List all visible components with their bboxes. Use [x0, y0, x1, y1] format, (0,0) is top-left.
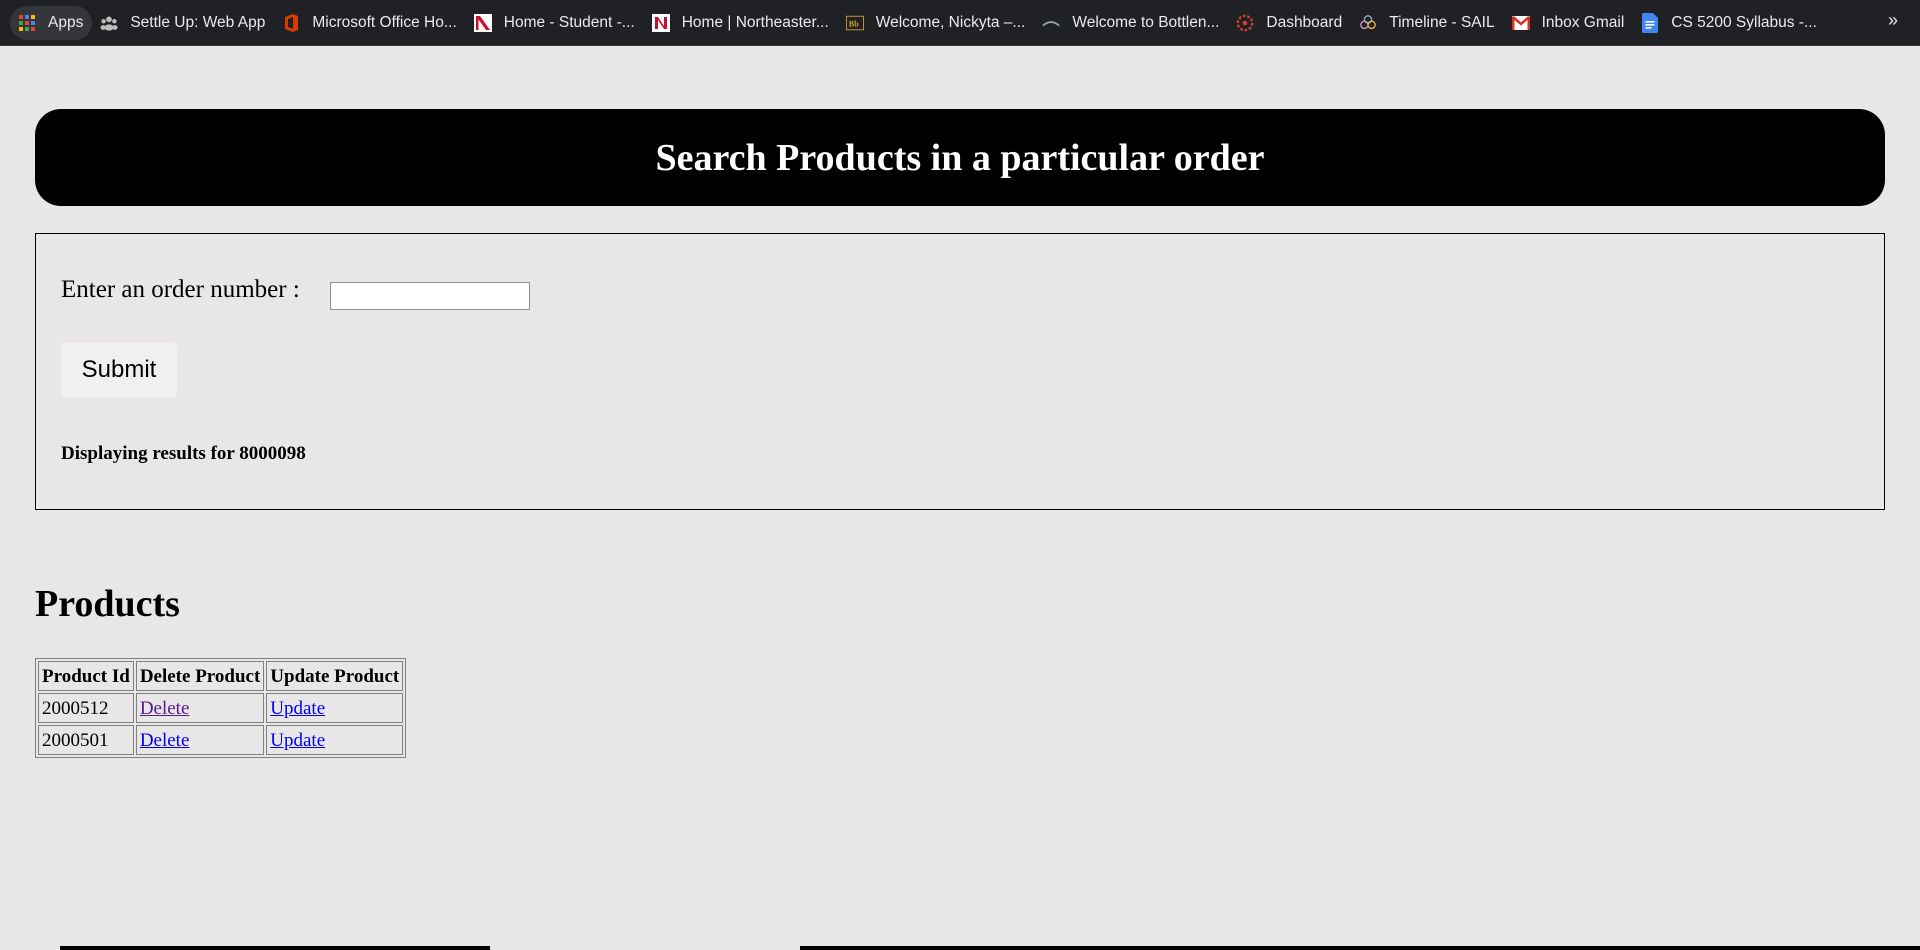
bookmarks-bar: Apps Settle Up: Web App Microsoft Office…: [0, 0, 1920, 46]
bookmark-office[interactable]: Microsoft Office Ho...: [274, 6, 465, 40]
table-header-row: Product Id Delete Product Update Product: [38, 661, 404, 691]
product-id-cell: 2000501: [38, 725, 134, 755]
bookmark-label: Settle Up: Web App: [130, 13, 266, 31]
bookmark-label: Home | Northeaster...: [681, 13, 829, 31]
gmail-icon: [1511, 14, 1530, 32]
table-row: 2000512 Delete Update: [38, 693, 404, 723]
table-row: 2000501 Delete Update: [38, 725, 404, 755]
svg-text:Bb: Bb: [848, 19, 858, 28]
bookmark-label: Apps: [48, 13, 84, 31]
bottom-edge-segment: [490, 946, 800, 950]
sail-icon: [1359, 14, 1377, 32]
column-header-product-id: Product Id: [38, 661, 134, 691]
bookmark-label: Home - Student -...: [503, 13, 635, 31]
products-table: Product Id Delete Product Update Product…: [35, 658, 407, 758]
bookmark-cs5200-syllabus[interactable]: CS 5200 Syllabus -...: [1633, 6, 1826, 40]
delete-cell: Delete: [135, 693, 265, 723]
bookmark-bottleneck[interactable]: Welcome to Bottlen...: [1034, 6, 1228, 40]
docs-icon: [1641, 12, 1659, 33]
northeastern-icon: [473, 13, 492, 32]
update-cell: Update: [266, 725, 404, 755]
submit-button[interactable]: Submit: [61, 343, 177, 397]
bookmark-sail[interactable]: Timeline - SAIL: [1351, 6, 1503, 40]
update-product-link[interactable]: Update: [270, 698, 325, 719]
bookmark-gmail[interactable]: Inbox Gmail: [1504, 6, 1634, 40]
update-product-link[interactable]: Update: [270, 730, 325, 751]
apps-grid-icon: [18, 14, 36, 32]
bookmark-dashboard[interactable]: Dashboard: [1228, 6, 1351, 40]
column-header-update-product: Update Product: [266, 661, 404, 691]
blackboard-icon: Bb: [845, 14, 864, 32]
bookmark-label: Timeline - SAIL: [1389, 13, 1495, 31]
order-number-label: Enter an order number :: [61, 276, 300, 303]
more-bookmarks-button[interactable]: »: [1888, 10, 1898, 31]
order-number-input[interactable]: [330, 282, 530, 310]
bookmark-label: Welcome to Bottlen...: [1072, 13, 1220, 31]
delete-cell: Delete: [135, 725, 265, 755]
order-search-form: Enter an order number : Submit Displayin…: [35, 233, 1885, 510]
bookmark-label: Dashboard: [1266, 13, 1343, 31]
bottleneck-icon: [1042, 14, 1061, 32]
column-header-delete-product: Delete Product: [135, 661, 265, 691]
bookmark-student-home[interactable]: Home - Student -...: [466, 6, 644, 40]
bookmark-label: CS 5200 Syllabus -...: [1671, 13, 1817, 31]
bottom-edge-bar: [0, 946, 1920, 950]
product-id-cell: 2000512: [38, 693, 134, 723]
canvas-icon: [1236, 14, 1254, 32]
bookmark-blackboard[interactable]: Bb Welcome, Nickyta –...: [838, 6, 1035, 40]
products-heading: Products: [35, 583, 180, 625]
bottom-edge-segment: [0, 946, 60, 950]
delete-product-link[interactable]: Delete: [140, 730, 190, 751]
page-title: Search Products in a particular order: [655, 136, 1265, 179]
bookmark-label: Welcome, Nickyta –...: [875, 13, 1026, 31]
bookmark-settle-up[interactable]: Settle Up: Web App: [92, 6, 274, 40]
bookmark-label: Microsoft Office Ho...: [312, 13, 457, 31]
bookmark-apps[interactable]: Apps: [10, 5, 93, 40]
office-icon: [282, 13, 300, 32]
update-cell: Update: [266, 693, 404, 723]
bookmark-northeastern[interactable]: Home | Northeaster...: [644, 6, 838, 40]
people-icon: [100, 14, 118, 32]
bookmark-label: Inbox Gmail: [1541, 13, 1625, 31]
delete-product-link[interactable]: Delete: [140, 698, 190, 719]
results-status-text: Displaying results for 8000098: [61, 443, 306, 464]
page-header: Search Products in a particular order: [35, 109, 1885, 206]
northeastern-n-icon: [651, 13, 670, 32]
